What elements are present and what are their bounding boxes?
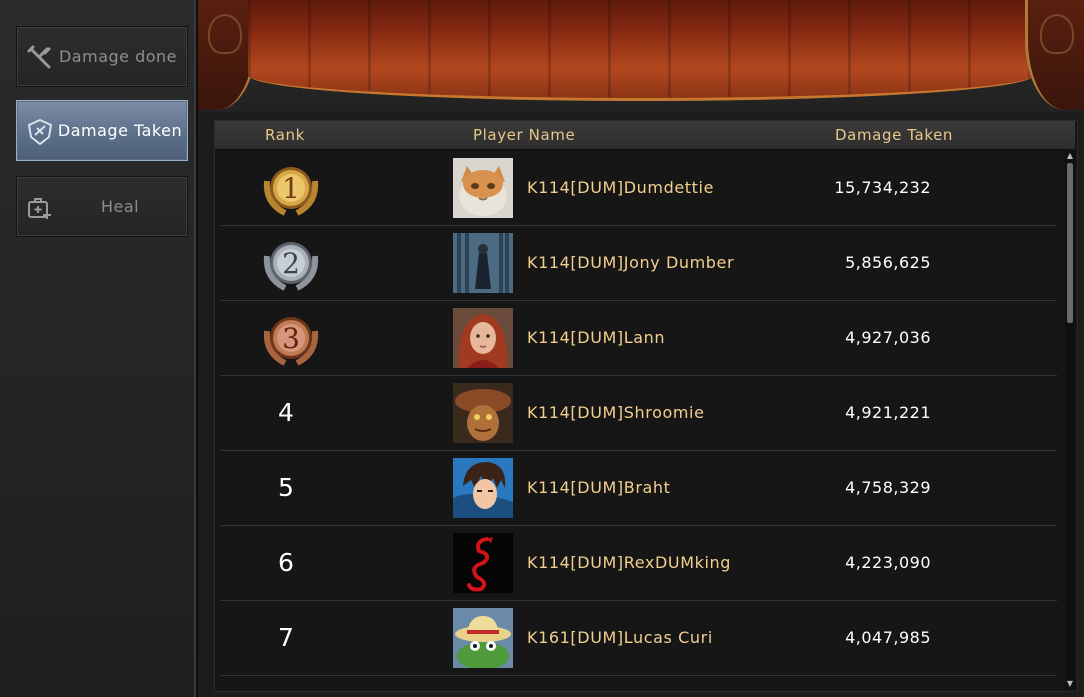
ranking-table: Rank Player Name Damage Taken 1 K114[DUM… xyxy=(214,120,1078,692)
silver-medal-icon: 2 xyxy=(255,236,327,294)
medkit-plus-icon xyxy=(25,193,55,223)
player-name: K161[DUM]Lucas Curi xyxy=(527,628,713,647)
damage-value: 4,758,329 xyxy=(845,478,931,497)
svg-text:1: 1 xyxy=(282,172,300,205)
scroll-up-icon[interactable]: ▲ xyxy=(1066,152,1074,160)
player-name: K114[DUM]Lann xyxy=(527,328,666,347)
player-avatar xyxy=(453,533,513,593)
svg-text:3: 3 xyxy=(282,322,300,355)
player-name: K114[DUM]RexDUMking xyxy=(527,553,732,572)
table-row[interactable]: 5 K114[DUM]Braht 4,758,329 xyxy=(221,451,1057,526)
header-damage-taken: Damage Taken xyxy=(835,126,954,144)
damage-value: 4,223,090 xyxy=(845,553,931,572)
ranking-panel: Rank Player Name Damage Taken 1 K114[DUM… xyxy=(198,0,1084,697)
tab-damage-done[interactable]: Damage done xyxy=(16,26,188,87)
tab-damage-done-label: Damage done xyxy=(58,46,178,66)
scroll-thumb[interactable] xyxy=(1067,163,1073,323)
damage-value: 15,734,232 xyxy=(834,178,931,197)
tab-heal-label: Heal xyxy=(100,196,140,216)
tab-heal[interactable]: Heal xyxy=(16,176,188,237)
damage-value: 4,921,221 xyxy=(845,403,931,422)
curtain-right-drape xyxy=(1025,0,1084,110)
player-name: K114[DUM]Braht xyxy=(527,478,671,497)
header-rank: Rank xyxy=(265,126,305,144)
tab-damage-taken[interactable]: Damage Taken xyxy=(16,100,188,161)
player-avatar xyxy=(453,158,513,218)
tab-damage-taken-label: Damage Taken xyxy=(57,120,183,140)
table-row[interactable]: 6 K114[DUM]RexDUMking 4,223,090 xyxy=(221,526,1057,601)
player-avatar xyxy=(453,383,513,443)
player-avatar xyxy=(453,458,513,518)
bronze-medal-icon: 3 xyxy=(255,311,327,369)
table-row[interactable]: 1 K114[DUM]Dumdettie 15,734,232 xyxy=(221,151,1057,226)
player-avatar xyxy=(453,233,513,293)
player-name: K114[DUM]Dumdettie xyxy=(527,178,715,197)
rank-number: 5 xyxy=(278,473,294,502)
table-row[interactable]: 7 K161[DUM]Lucas Curi 4,047,985 xyxy=(221,601,1057,676)
rank-number: 7 xyxy=(278,623,294,652)
table-row[interactable]: 2 K114[DUM]Jony Dumber 5,856,625 xyxy=(221,226,1057,301)
sword-cross-icon xyxy=(25,43,55,73)
curtain-banner xyxy=(198,0,1084,112)
player-avatar xyxy=(453,608,513,668)
curtain-cloth xyxy=(248,0,1034,101)
rank-number: 4 xyxy=(278,398,294,427)
player-avatar xyxy=(453,308,513,368)
shield-icon xyxy=(25,117,55,147)
damage-value: 4,927,036 xyxy=(845,328,931,347)
category-sidebar: Damage done Damage Taken Heal xyxy=(0,0,198,697)
damage-value: 4,047,985 xyxy=(845,628,931,647)
damage-value: 5,856,625 xyxy=(845,253,931,272)
table-row[interactable]: 4 K114[DUM]Shroomie 4,921,221 xyxy=(221,376,1057,451)
header-player-name: Player Name xyxy=(473,126,576,144)
gold-medal-icon: 1 xyxy=(255,161,327,219)
scroll-down-icon[interactable]: ▼ xyxy=(1066,680,1074,688)
rank-number: 6 xyxy=(278,548,294,577)
svg-text:2: 2 xyxy=(282,247,300,280)
table-scrollbar[interactable]: ▲ ▼ xyxy=(1065,151,1075,689)
table-body: 1 K114[DUM]Dumdettie 15,734,232 2 K114[D… xyxy=(215,151,1061,691)
table-row[interactable]: 3 K114[DUM]Lann 4,927,036 xyxy=(221,301,1057,376)
player-name: K114[DUM]Shroomie xyxy=(527,403,705,422)
table-header: Rank Player Name Damage Taken xyxy=(215,121,1075,150)
player-name: K114[DUM]Jony Dumber xyxy=(527,253,735,272)
